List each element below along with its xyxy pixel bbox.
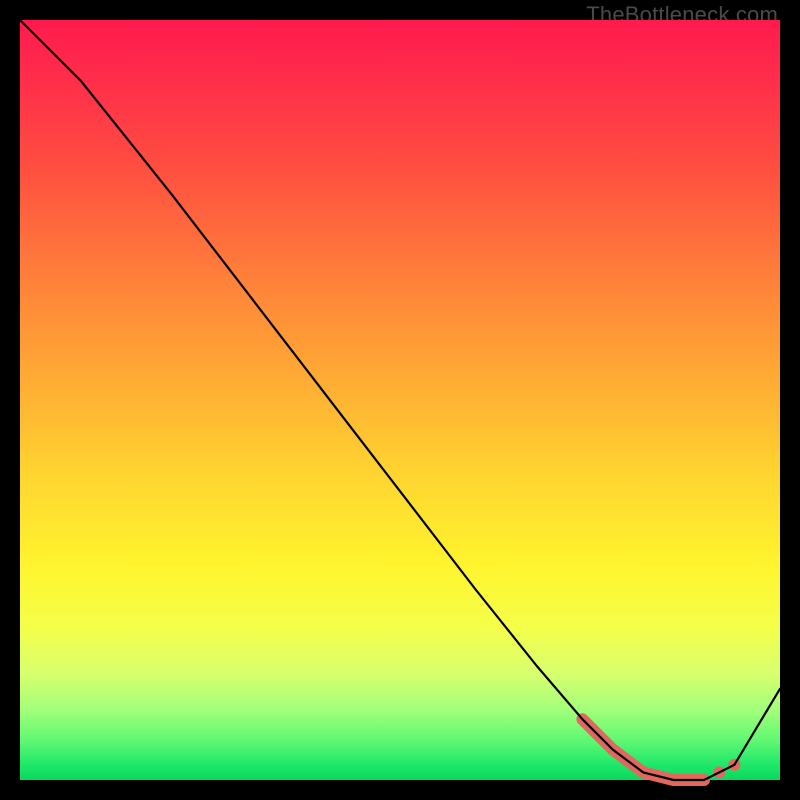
sweet-spot-highlight — [582, 719, 704, 780]
bottleneck-curve — [20, 20, 780, 780]
gradient-plot-area — [20, 20, 780, 780]
chart-frame: TheBottleneck.com — [0, 0, 800, 800]
chart-svg — [20, 20, 780, 780]
